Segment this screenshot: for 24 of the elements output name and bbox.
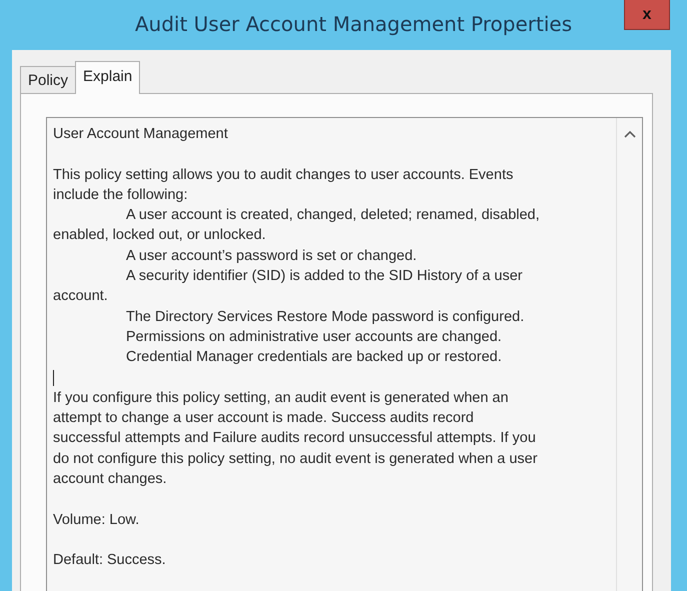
text-cursor	[53, 370, 54, 386]
explain-text-line: Credential Manager credentials are backed up or restored.	[125, 348, 503, 368]
explain-text-line: A security identifier (SID) is added to the SID History of a user	[125, 267, 524, 286]
explain-text-line: If you configure this policy setting, an audit event is generated when an	[53, 388, 510, 408]
explain-text-line: enabled, locked out, or unlocked.	[53, 226, 267, 246]
explain-text-line: do not configure this policy setting, no audit event is generated when a user	[53, 450, 538, 469]
explain-text-line: Permissions on administrative user accounts are changed.	[125, 328, 503, 347]
close-button[interactable]: x	[624, 0, 670, 30]
scroll-up-icon[interactable]	[624, 130, 636, 138]
explain-text-line: Default: Success.	[53, 551, 167, 570]
explain-text-line: attempt to change a user account is made. Success audits record	[53, 409, 475, 428]
explain-text-line: include the following:	[53, 186, 189, 205]
explain-text-line: account.	[53, 287, 109, 306]
tab[interactable]: Policy	[20, 66, 76, 93]
explain-text-line: Volume: Low.	[53, 510, 140, 530]
tab[interactable]: Explain	[75, 61, 140, 94]
explain-text-line: successful attempts and Failure audits record unsuccessful attempts. If you	[53, 429, 537, 448]
explain-text-line: This policy setting allows you to audit changes to user accounts. Events	[53, 166, 514, 185]
explain-text-line: The Directory Services Restore Mode password is configured.	[125, 308, 526, 327]
explain-text-line: A user account’s password is set or changed.	[125, 246, 418, 266]
explain-text-line: account changes.	[53, 470, 168, 490]
explain-text-line: A user account is created, changed, deleted; renamed, disabled,	[125, 206, 541, 226]
explain-text-line: User Account Management	[53, 125, 229, 144]
window-title: Audit User Account Management Properties	[134, 12, 572, 36]
